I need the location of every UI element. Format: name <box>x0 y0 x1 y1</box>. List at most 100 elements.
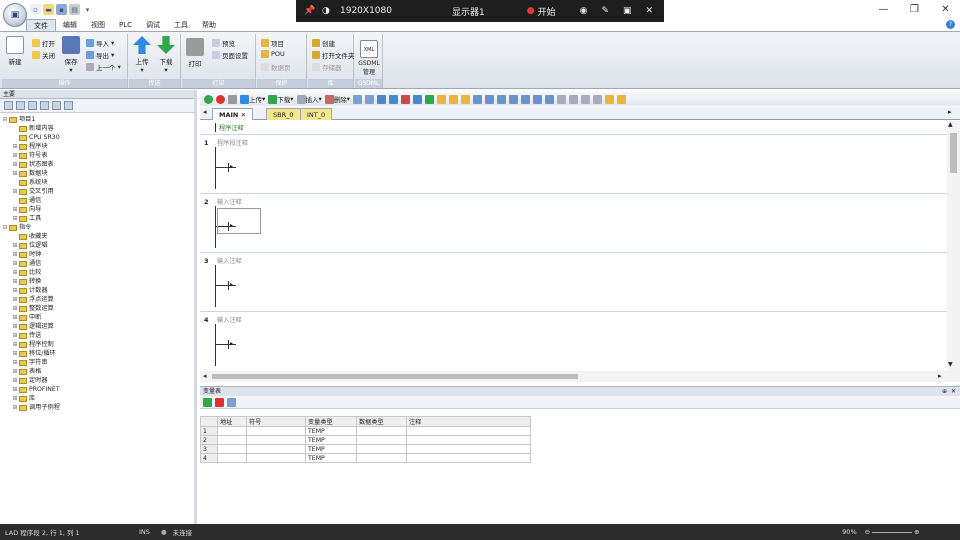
table-cell[interactable] <box>217 426 247 436</box>
bookmark-icon[interactable] <box>365 94 375 104</box>
table-cell[interactable] <box>217 444 247 454</box>
open-button[interactable]: 打开 <box>32 38 55 48</box>
zoom-slider[interactable] <box>872 531 913 533</box>
pin-icon[interactable]: 📌 <box>304 6 318 16</box>
table-cell[interactable]: TEMP <box>305 426 357 436</box>
monitor-icon[interactable] <box>377 94 387 104</box>
monitor-icon[interactable] <box>389 94 399 104</box>
table-cell[interactable]: TEMP <box>305 435 357 445</box>
record-button[interactable]: 开始 <box>538 5 556 18</box>
expand-icon[interactable]: ⊞ <box>12 394 18 403</box>
edit-icon[interactable] <box>581 94 591 104</box>
run-icon[interactable] <box>204 94 213 104</box>
table-cell[interactable] <box>246 453 306 463</box>
expand-icon[interactable]: ⊞ <box>12 358 18 367</box>
expand-icon[interactable]: ⊞ <box>12 331 18 340</box>
tree-item[interactable]: ⊟ 项目1 <box>2 115 194 124</box>
expand-icon[interactable]: ⊞ <box>12 376 18 385</box>
open-folder-button[interactable]: 打开文件夹 <box>312 50 355 60</box>
data-page-protect-button[interactable]: 数据页 <box>261 62 291 72</box>
pen-icon[interactable]: ✎ <box>601 6 609 16</box>
print-icon[interactable]: ▤ <box>69 4 80 15</box>
overlay-close-icon[interactable]: ✕ <box>646 6 654 16</box>
tab-int0[interactable]: INT_0 <box>300 108 333 120</box>
tree-item[interactable]: ⊞ 状态图表 <box>2 160 194 169</box>
tree-item[interactable]: ⊞ 工具 <box>2 214 194 223</box>
preview-button[interactable]: 预览 <box>212 38 235 48</box>
network-comment[interactable]: 输入注释 <box>217 197 242 206</box>
expand-icon[interactable]: ⊟ <box>2 223 8 232</box>
tree-item[interactable]: ⊞ 表格 <box>2 367 194 376</box>
tab-scroll-right-icon[interactable]: ▸ <box>948 108 952 116</box>
tree-item[interactable]: ⊞ 传送 <box>2 331 194 340</box>
scroll-down-icon[interactable]: ▼ <box>948 361 953 368</box>
tree-item[interactable]: ⊞ 符号表 <box>2 151 194 160</box>
memory-button[interactable]: 存储器 <box>312 62 342 72</box>
tree-tool-icon[interactable] <box>28 101 37 110</box>
tree-item[interactable]: ⊞ 库 <box>2 394 194 403</box>
tree-item[interactable]: 系统块 <box>2 178 194 187</box>
camera-switch-icon[interactable]: ◉ <box>580 6 588 16</box>
tree-item[interactable]: ⊞ 转换 <box>2 277 194 286</box>
table-cell[interactable] <box>246 426 306 436</box>
table-row[interactable]: 3 TEMP <box>200 444 531 454</box>
import-button[interactable]: 导入 ▾ <box>86 38 114 48</box>
lock-icon[interactable] <box>437 94 447 104</box>
tab-sbr0[interactable]: SBR_0 <box>266 108 301 120</box>
contact-icon[interactable] <box>473 94 483 104</box>
tree-item[interactable]: 收藏夹 <box>2 232 194 241</box>
tree-item[interactable]: ⊞ PROFINET <box>2 385 194 394</box>
new-button[interactable]: 新建 <box>6 36 24 66</box>
delete-row-icon[interactable] <box>215 397 224 407</box>
ladder-network[interactable]: 1 程序段注释 ▸ <box>200 134 947 192</box>
close-button[interactable]: 关闭 <box>32 50 55 60</box>
table-cell[interactable] <box>356 453 407 463</box>
app-menu-button[interactable]: ▣ <box>3 3 27 27</box>
expand-icon[interactable]: ⊞ <box>12 304 18 313</box>
upload-button[interactable]: 上传 ▾ <box>133 36 151 74</box>
toolbar-download-button[interactable]: 下载 ▾ <box>268 94 294 104</box>
contact-icon[interactable] <box>533 94 543 104</box>
expand-icon[interactable]: ⊞ <box>12 313 18 322</box>
expand-icon[interactable]: ⊞ <box>12 214 18 223</box>
pou-protect-button[interactable]: POU <box>261 50 285 58</box>
monitor-icon[interactable] <box>413 94 423 104</box>
tree-item[interactable]: 通信 <box>2 196 194 205</box>
lock-icon[interactable] <box>461 94 471 104</box>
edit-icon[interactable] <box>617 94 627 104</box>
pin-panel-icon[interactable]: ⊕ <box>942 388 947 395</box>
tree-item[interactable]: CPU SR30 <box>2 133 194 142</box>
expand-icon[interactable]: ⊞ <box>12 277 18 286</box>
edit-icon[interactable] <box>593 94 603 104</box>
previous-button[interactable]: 上一个 ▾ <box>86 62 121 72</box>
table-cell[interactable] <box>406 426 531 436</box>
tree-item[interactable]: ⊞ 字符串 <box>2 358 194 367</box>
expand-icon[interactable]: ⊞ <box>12 142 18 151</box>
tree-tool-icon[interactable] <box>64 101 73 110</box>
scroll-thumb[interactable] <box>950 133 957 173</box>
table-row[interactable]: 4 TEMP <box>200 453 531 463</box>
network-comment[interactable]: 程序段注释 <box>217 138 248 147</box>
expand-icon[interactable]: ⊞ <box>12 151 18 160</box>
gsdml-button[interactable]: XML GSDML管理 <box>358 40 380 76</box>
expand-icon[interactable]: ⊞ <box>12 286 18 295</box>
close-panel-icon[interactable]: ✕ <box>951 388 956 395</box>
expand-icon[interactable]: ⊞ <box>12 322 18 331</box>
contact-icon[interactable] <box>521 94 531 104</box>
contact-icon[interactable] <box>497 94 507 104</box>
tree-item[interactable]: 新增内容 <box>2 124 194 133</box>
expand-icon[interactable]: ⊞ <box>12 268 18 277</box>
minimize-icon[interactable]: — <box>868 0 899 18</box>
contact-icon[interactable] <box>545 94 555 104</box>
monitor-icon[interactable] <box>401 94 411 104</box>
tree-item[interactable]: ⊞ 交叉引用 <box>2 187 194 196</box>
table-cell[interactable]: TEMP <box>305 444 357 454</box>
table-cell[interactable] <box>217 453 247 463</box>
tab-close-icon[interactable]: ✕ <box>241 111 246 119</box>
hscroll-thumb[interactable] <box>212 374 578 379</box>
new-file-icon[interactable]: ▫ <box>30 4 41 15</box>
network-comment[interactable]: 输入注释 <box>217 256 242 265</box>
maximize-icon[interactable]: ❐ <box>899 0 930 18</box>
expand-icon[interactable]: ⊞ <box>12 349 18 358</box>
save-icon[interactable]: ▪ <box>56 4 67 15</box>
